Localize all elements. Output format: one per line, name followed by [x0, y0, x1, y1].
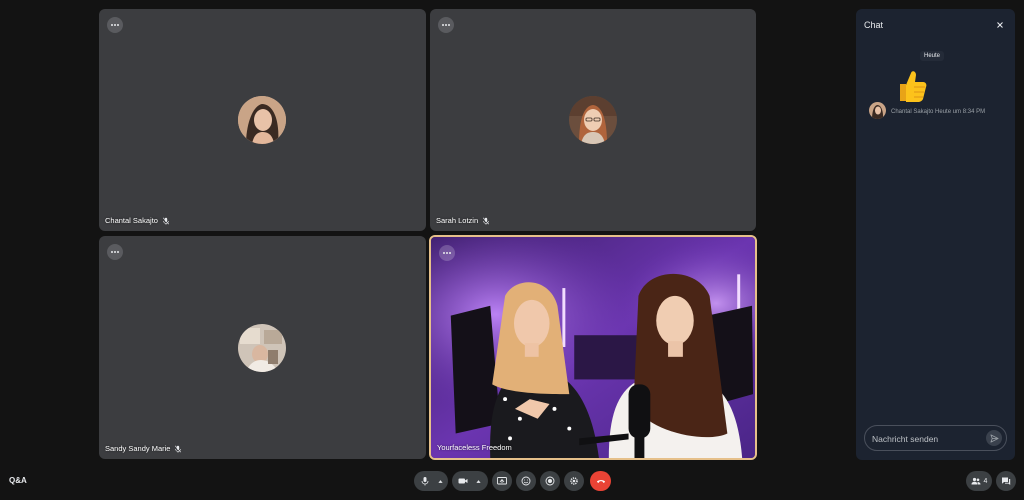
participant-tile-chantal[interactable]: Chantal Sakajto	[99, 9, 426, 231]
send-message-button[interactable]	[986, 430, 1002, 446]
message-timestamp: Heute um 8:34 PM	[935, 109, 986, 115]
share-screen-button[interactable]	[492, 471, 512, 491]
tile-more-options-button[interactable]	[439, 245, 455, 261]
participant-avatar	[238, 324, 286, 372]
more-icon	[111, 251, 119, 253]
mic-off-icon	[483, 217, 490, 225]
chevron-up-icon[interactable]	[437, 478, 444, 485]
microphone-control[interactable]	[414, 471, 448, 491]
participant-name-label: Sandy Sandy Marie	[105, 444, 182, 453]
participant-name: Sarah Lotzin	[436, 216, 479, 225]
message-sender-avatar	[869, 102, 886, 119]
chat-title: Chat	[864, 20, 884, 30]
send-icon	[989, 433, 999, 443]
people-icon	[971, 477, 981, 485]
more-icon	[111, 24, 119, 26]
more-icon	[442, 24, 450, 26]
message-input-placeholder: Nachricht senden	[872, 434, 939, 444]
mic-off-icon	[175, 445, 182, 453]
participant-tile-sandy[interactable]: Sandy Sandy Marie	[99, 236, 426, 459]
leave-call-button[interactable]	[590, 471, 611, 491]
mic-off-icon	[162, 217, 170, 225]
close-icon	[997, 22, 1003, 28]
camera-control[interactable]	[452, 471, 488, 491]
participant-avatar	[238, 96, 286, 144]
participant-name-label: Sarah Lotzin	[436, 216, 490, 225]
record-button[interactable]	[540, 471, 560, 491]
chat-button[interactable]	[996, 471, 1016, 491]
camera-icon	[458, 478, 468, 484]
settings-button[interactable]	[564, 471, 584, 491]
close-chat-button[interactable]	[995, 20, 1005, 30]
gear-icon	[570, 477, 578, 485]
participant-tile-yourfaceless[interactable]: Yourfaceless Freedom	[429, 235, 757, 460]
chat-icon	[1002, 477, 1011, 485]
participant-name-label: Chantal Sakajto	[105, 216, 170, 225]
participant-video	[431, 237, 755, 458]
participant-tile-sarah[interactable]: Sarah Lotzin	[430, 9, 756, 231]
hang-up-icon	[596, 480, 605, 483]
tile-more-options-button[interactable]	[107, 244, 123, 260]
tile-more-options-button[interactable]	[438, 17, 454, 33]
participant-name: Sandy Sandy Marie	[105, 444, 171, 453]
more-icon	[443, 252, 451, 254]
reactions-button[interactable]	[516, 471, 536, 491]
chevron-up-icon[interactable]	[475, 478, 482, 485]
participant-avatar	[569, 96, 617, 144]
date-divider: Heute	[920, 51, 945, 61]
chat-panel: Chat Heute Chantal Sakajto Heute um 8:34…	[856, 9, 1015, 460]
qa-button[interactable]: Q&A	[9, 476, 27, 485]
message-sender: Chantal Sakajto	[891, 109, 934, 115]
participant-name: Chantal Sakajto	[105, 216, 158, 225]
record-icon	[545, 476, 555, 486]
tile-more-options-button[interactable]	[107, 17, 123, 33]
participant-name: Yourfaceless Freedom	[437, 443, 512, 452]
message-input[interactable]: Nachricht senden	[864, 425, 1007, 451]
participants-button[interactable]: 4	[966, 471, 992, 491]
participants-count: 4	[983, 477, 988, 485]
emoji-icon	[521, 476, 531, 486]
participant-name-label: Yourfaceless Freedom	[437, 443, 512, 452]
microphone-icon	[421, 477, 429, 486]
thumbs-up-icon	[890, 67, 928, 105]
share-screen-icon	[497, 477, 507, 485]
message-meta: Chantal Sakajto Heute um 8:34 PM	[891, 109, 985, 115]
